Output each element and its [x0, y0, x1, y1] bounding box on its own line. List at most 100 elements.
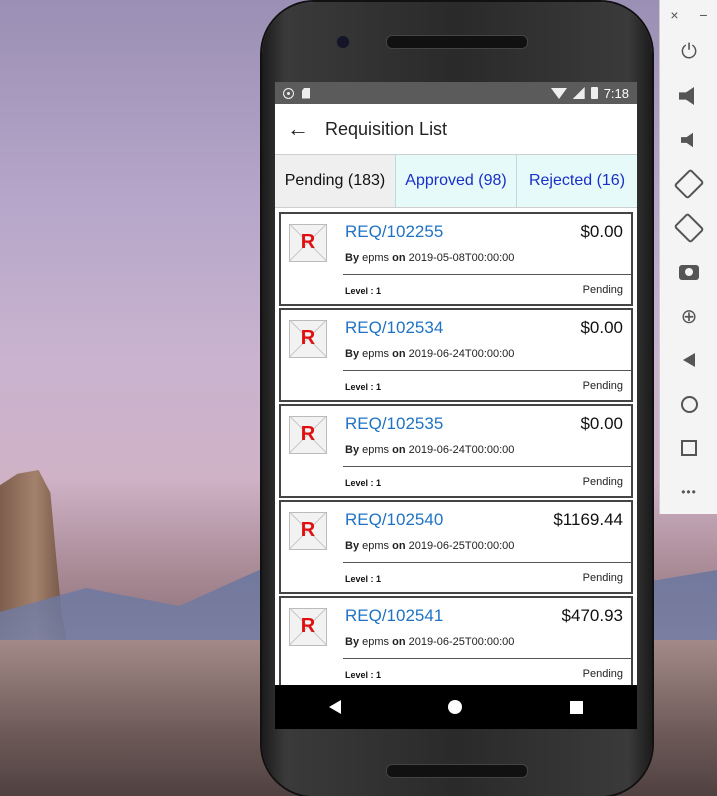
approval-level: Level : 1 — [345, 382, 382, 392]
requisition-avatar: R — [289, 512, 327, 550]
by-label: By — [345, 252, 360, 264]
requested-by: epms — [362, 540, 390, 552]
home-button[interactable] — [660, 382, 717, 426]
by-label: By — [345, 444, 360, 456]
card-divider — [343, 466, 631, 467]
on-label: on — [392, 252, 406, 264]
back-button[interactable] — [660, 338, 717, 382]
nav-recents-icon[interactable] — [570, 700, 584, 714]
sd-card-icon — [302, 87, 310, 99]
requested-by: epms — [362, 252, 390, 264]
requisition-card[interactable]: R REQ/102540 $1169.44 By epms on 2019-06… — [279, 500, 633, 594]
avatar-letter: R — [300, 519, 316, 541]
approval-level: Level : 1 — [345, 286, 382, 296]
requisition-date: 2019-06-25T00:00:00 — [408, 636, 515, 648]
by-label: By — [345, 540, 360, 552]
volume-up-icon — [679, 87, 694, 105]
minimize-icon[interactable]: − — [699, 7, 707, 23]
requested-by: epms — [362, 444, 390, 456]
avatar-letter: R — [300, 327, 316, 349]
front-camera — [336, 35, 350, 49]
requisition-id[interactable]: REQ/102255 — [345, 222, 443, 242]
status-tabs: Pending (183) Approved (98) Rejected (16… — [275, 154, 637, 208]
back-triangle-icon — [683, 353, 695, 367]
volume-down-icon — [681, 132, 693, 148]
camera-icon — [679, 264, 699, 280]
requisition-card[interactable]: R REQ/102534 $0.00 By epms on 2019-06-24… — [279, 308, 633, 402]
by-label: By — [345, 348, 360, 360]
requisition-id[interactable]: REQ/102534 — [345, 318, 443, 338]
requisition-list: R REQ/102255 $0.00 By epms on 2019-05-08… — [275, 208, 637, 690]
requisition-amount: $1169.44 — [553, 510, 623, 529]
requisition-date: 2019-06-24T00:00:00 — [408, 444, 515, 456]
on-label: on — [392, 348, 406, 360]
requisition-avatar: R — [289, 416, 327, 454]
status-time: 7:18 — [603, 85, 629, 101]
requisition-byline: By epms on 2019-05-08T00:00:00 — [345, 252, 514, 264]
home-circle-icon — [680, 395, 698, 413]
status-bar: 7:18 — [275, 82, 637, 104]
avatar-letter: R — [300, 231, 316, 253]
requisition-avatar: R — [289, 320, 327, 358]
requisition-avatar: R — [289, 608, 327, 646]
requisition-card[interactable]: R REQ/102541 $470.93 By epms on 2019-06-… — [279, 596, 633, 690]
requisition-amount: $470.93 — [561, 606, 623, 625]
tab-pending[interactable]: Pending (183) — [275, 155, 396, 207]
approval-level: Level : 1 — [345, 478, 382, 488]
requested-by: epms — [362, 348, 390, 360]
overview-button[interactable] — [660, 426, 717, 470]
nav-back-icon[interactable] — [328, 700, 341, 714]
requisition-byline: By epms on 2019-06-25T00:00:00 — [345, 540, 514, 552]
requisition-status: Pending — [582, 380, 623, 392]
on-label: on — [392, 636, 406, 648]
rotate-right-button[interactable] — [660, 206, 717, 250]
requisition-date: 2019-06-24T00:00:00 — [408, 348, 515, 360]
on-label: on — [392, 540, 406, 552]
emulator-toolbar: × − ⏻ ⊕ ••• — [659, 0, 717, 514]
requisition-date: 2019-05-08T00:00:00 — [408, 252, 515, 264]
nav-home-icon[interactable] — [448, 700, 463, 714]
requisition-amount: $0.00 — [580, 414, 623, 433]
phone-screen: 7:18 ← Requisition List Pending (183) Ap… — [275, 82, 637, 729]
requisition-status: Pending — [582, 284, 623, 296]
requisition-amount: $0.00 — [580, 318, 623, 337]
requisition-date: 2019-06-25T00:00:00 — [408, 540, 515, 552]
rotate-right-icon — [673, 212, 705, 244]
card-divider — [343, 658, 631, 659]
requisition-id[interactable]: REQ/102535 — [345, 414, 443, 434]
rotate-left-button[interactable] — [660, 162, 717, 206]
requisition-byline: By epms on 2019-06-25T00:00:00 — [345, 636, 514, 648]
wifi-icon — [550, 87, 567, 99]
by-label: By — [345, 636, 360, 648]
notification-icon — [283, 87, 294, 99]
requisition-card[interactable]: R REQ/102535 $0.00 By epms on 2019-06-24… — [279, 404, 633, 498]
close-icon[interactable]: × — [670, 7, 678, 23]
requisition-status: Pending — [582, 668, 623, 680]
requisition-byline: By epms on 2019-06-24T00:00:00 — [345, 444, 514, 456]
screenshot-button[interactable] — [660, 250, 717, 294]
more-icon[interactable]: ••• — [660, 470, 717, 514]
app-bar: ← Requisition List — [275, 104, 637, 154]
card-divider — [343, 274, 631, 275]
requisition-byline: By epms on 2019-06-24T00:00:00 — [345, 348, 514, 360]
page-title: Requisition List — [325, 118, 448, 139]
requisition-avatar: R — [289, 224, 327, 262]
approval-level: Level : 1 — [345, 670, 382, 680]
earpiece-speaker — [386, 35, 528, 49]
power-icon[interactable]: ⏻ — [660, 30, 717, 74]
requisition-id[interactable]: REQ/102541 — [345, 606, 443, 626]
card-divider — [343, 370, 631, 371]
requisition-id[interactable]: REQ/102540 — [345, 510, 443, 530]
requisition-status: Pending — [582, 572, 623, 584]
avatar-letter: R — [300, 423, 316, 445]
volume-down-button[interactable] — [660, 118, 717, 162]
zoom-icon[interactable]: ⊕ — [660, 294, 717, 338]
tab-approved[interactable]: Approved (98) — [396, 155, 517, 207]
requisition-card[interactable]: R REQ/102255 $0.00 By epms on 2019-05-08… — [279, 212, 633, 306]
signal-icon — [572, 87, 585, 99]
overview-square-icon — [681, 440, 697, 456]
back-arrow-icon[interactable]: ← — [275, 116, 321, 142]
volume-up-button[interactable] — [660, 74, 717, 118]
tab-rejected[interactable]: Rejected (16) — [517, 155, 637, 207]
card-divider — [343, 562, 631, 563]
